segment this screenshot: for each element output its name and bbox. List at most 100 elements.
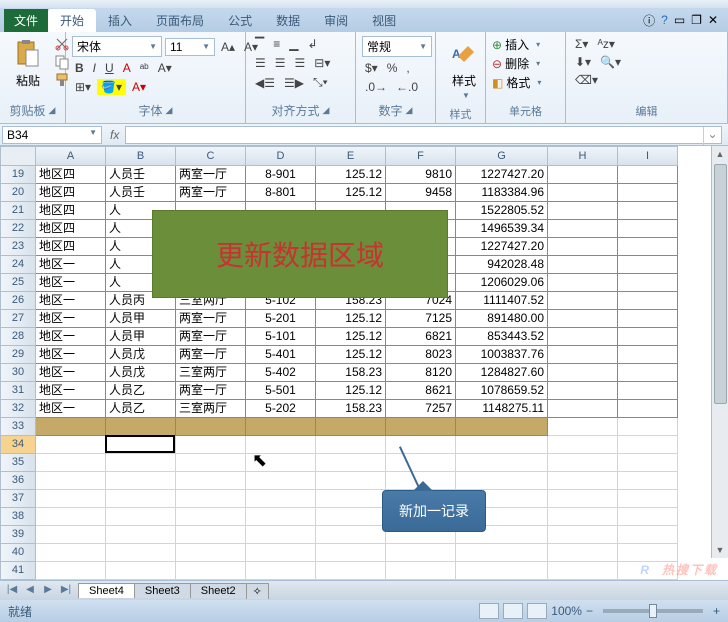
cell[interactable]: 125.12 [316, 184, 386, 202]
window-min-icon[interactable]: ▭ [674, 13, 685, 27]
zoom-slider[interactable] [603, 609, 703, 613]
row-header[interactable]: 34 [0, 436, 36, 454]
cell[interactable] [36, 526, 106, 544]
cell[interactable]: 人员壬 [106, 184, 176, 202]
cell[interactable]: 8-901 [246, 166, 316, 184]
cell[interactable]: 5-401 [246, 346, 316, 364]
row-header[interactable]: 26 [0, 292, 36, 310]
indent-dec-icon[interactable]: ◀☰ [252, 75, 278, 91]
align-top-icon[interactable]: ▔ [252, 36, 267, 52]
expand-formula-icon[interactable]: ⌄ [703, 127, 721, 145]
cell[interactable] [176, 436, 246, 454]
cell[interactable] [106, 562, 176, 580]
cell[interactable] [386, 562, 456, 580]
insert-cells-button[interactable]: ⊕插入▾ [492, 36, 540, 53]
cell[interactable]: 125.12 [316, 166, 386, 184]
cell[interactable] [548, 184, 618, 202]
cell[interactable]: 942028.48 [456, 256, 548, 274]
cell[interactable] [618, 472, 678, 490]
page-break-view-icon[interactable] [527, 603, 547, 619]
cell[interactable] [176, 418, 246, 436]
cell[interactable]: 人员乙 [106, 400, 176, 418]
cell[interactable] [386, 436, 456, 454]
cell[interactable]: 5-101 [246, 328, 316, 346]
scroll-thumb[interactable] [714, 164, 727, 404]
cell[interactable] [36, 454, 106, 472]
cell[interactable]: 8023 [386, 346, 456, 364]
cell[interactable]: 8120 [386, 364, 456, 382]
autosum-icon[interactable]: Σ▾ [572, 36, 591, 52]
cell[interactable]: 1284827.60 [456, 364, 548, 382]
wrap-text-icon[interactable]: ↲ [304, 36, 320, 52]
cell[interactable] [618, 382, 678, 400]
cell[interactable] [618, 220, 678, 238]
cell[interactable] [106, 454, 176, 472]
row-header[interactable]: 27 [0, 310, 36, 328]
decrease-decimal-icon[interactable]: ←.0 [393, 79, 421, 95]
cell[interactable] [548, 166, 618, 184]
cell[interactable] [246, 418, 316, 436]
col-header[interactable]: E [316, 146, 386, 166]
cell[interactable] [548, 292, 618, 310]
cell[interactable]: 地区四 [36, 220, 106, 238]
align-bottom-icon[interactable]: ▁ [286, 36, 301, 52]
tab-view[interactable]: 视图 [360, 9, 408, 32]
cell[interactable] [246, 526, 316, 544]
cell[interactable]: 1183384.96 [456, 184, 548, 202]
indent-inc-icon[interactable]: ☰▶ [281, 75, 307, 91]
cell[interactable] [106, 418, 176, 436]
cell[interactable] [316, 508, 386, 526]
sheet-tab-3[interactable]: Sheet2 [190, 583, 247, 598]
tab-formula[interactable]: 公式 [216, 9, 264, 32]
cell[interactable]: 6821 [386, 328, 456, 346]
cell[interactable] [456, 454, 548, 472]
bold-button[interactable]: B [72, 60, 87, 76]
zoom-out-icon[interactable]: − [586, 604, 593, 618]
cell[interactable] [456, 562, 548, 580]
cell[interactable] [106, 526, 176, 544]
cell[interactable] [36, 562, 106, 580]
cell[interactable] [316, 436, 386, 454]
cell[interactable]: 地区一 [36, 364, 106, 382]
row-header[interactable]: 20 [0, 184, 36, 202]
expand-icon[interactable]: ◢ [406, 105, 413, 116]
merge-icon[interactable]: ⊟▾ [311, 55, 333, 71]
cell[interactable]: 地区一 [36, 400, 106, 418]
comma-icon[interactable]: , [403, 60, 412, 76]
cell[interactable]: 125.12 [316, 346, 386, 364]
cell[interactable]: 1227427.20 [456, 238, 548, 256]
row-header[interactable]: 35 [0, 454, 36, 472]
cell[interactable]: 1111407.52 [456, 292, 548, 310]
row-header[interactable]: 33 [0, 418, 36, 436]
cell[interactable] [386, 454, 456, 472]
row-header[interactable]: 38 [0, 508, 36, 526]
cell[interactable] [176, 472, 246, 490]
percent-icon[interactable]: % [384, 60, 401, 76]
expand-icon[interactable]: ◢ [323, 105, 330, 116]
cell[interactable]: 1003837.76 [456, 346, 548, 364]
cell[interactable]: 9458 [386, 184, 456, 202]
name-box[interactable]: B34▼ [2, 126, 102, 144]
row-header[interactable]: 19 [0, 166, 36, 184]
fill-color-button[interactable]: 🪣▾ [97, 79, 126, 95]
col-header[interactable]: H [548, 146, 618, 166]
cell[interactable]: 158.23 [316, 364, 386, 382]
font-name-combo[interactable]: 宋体▼ [72, 36, 162, 57]
cell[interactable] [316, 418, 386, 436]
cell[interactable]: 891480.00 [456, 310, 548, 328]
cell[interactable]: 两室一厅 [176, 346, 246, 364]
font-color-a-icon[interactable]: A [120, 60, 134, 76]
cell[interactable]: 两室一厅 [176, 184, 246, 202]
align-middle-icon[interactable]: ≡ [270, 36, 283, 52]
cell[interactable] [618, 436, 678, 454]
row-header[interactable]: 21 [0, 202, 36, 220]
cell[interactable] [548, 274, 618, 292]
cell[interactable] [548, 418, 618, 436]
normal-view-icon[interactable] [479, 603, 499, 619]
scroll-up-icon[interactable]: ▲ [712, 146, 728, 162]
page-layout-view-icon[interactable] [503, 603, 523, 619]
cell[interactable] [246, 490, 316, 508]
align-center-icon[interactable]: ☰ [272, 55, 289, 71]
cell[interactable] [618, 274, 678, 292]
cell[interactable] [548, 382, 618, 400]
